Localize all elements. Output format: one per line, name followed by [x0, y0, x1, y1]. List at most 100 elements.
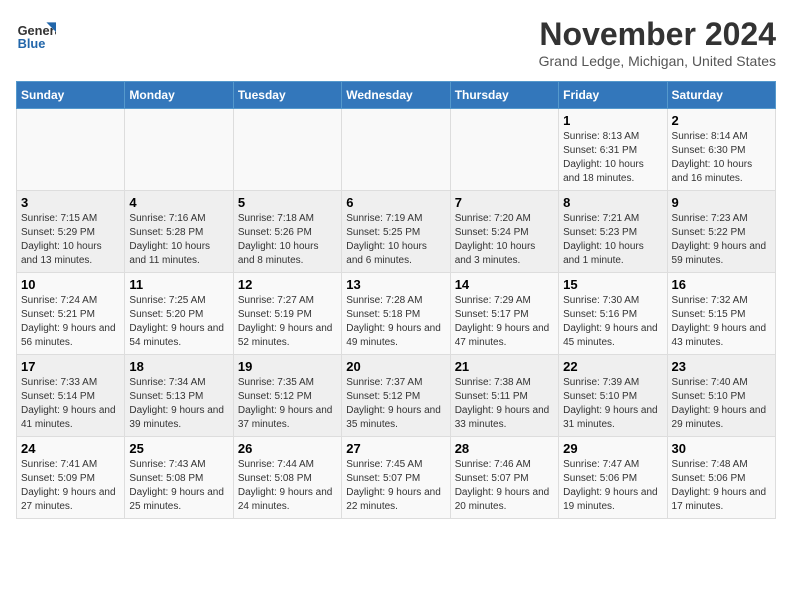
- day-number: 17: [21, 359, 120, 374]
- day-info: Sunrise: 7:15 AM Sunset: 5:29 PM Dayligh…: [21, 212, 120, 268]
- calendar-day-cell: [17, 109, 125, 191]
- calendar-day-cell: 28 Sunrise: 7:46 AM Sunset: 5:07 PM Dayli…: [450, 437, 558, 519]
- calendar-day-cell: 30 Sunrise: 7:48 AM Sunset: 5:06 PM Dayli…: [667, 437, 775, 519]
- logo-icon: General Blue: [16, 16, 56, 56]
- calendar-day-cell: 20 Sunrise: 7:37 AM Sunset: 5:12 PM Dayli…: [342, 355, 450, 437]
- day-number: 1: [563, 113, 662, 128]
- calendar-week-row: 1 Sunrise: 8:13 AM Sunset: 6:31 PM Daylig…: [17, 109, 776, 191]
- calendar-day-cell: 24 Sunrise: 7:41 AM Sunset: 5:09 PM Dayli…: [17, 437, 125, 519]
- calendar-day-cell: 21 Sunrise: 7:38 AM Sunset: 5:11 PM Dayli…: [450, 355, 558, 437]
- day-number: 24: [21, 441, 120, 456]
- calendar-day-cell: 14 Sunrise: 7:29 AM Sunset: 5:17 PM Dayli…: [450, 273, 558, 355]
- day-number: 27: [346, 441, 445, 456]
- calendar-day-cell: 9 Sunrise: 7:23 AM Sunset: 5:22 PM Daylig…: [667, 191, 775, 273]
- day-info: Sunrise: 7:41 AM Sunset: 5:09 PM Dayligh…: [21, 458, 120, 514]
- day-number: 25: [129, 441, 228, 456]
- day-number: 21: [455, 359, 554, 374]
- weekday-header-cell: Thursday: [450, 82, 558, 109]
- day-info: Sunrise: 8:13 AM Sunset: 6:31 PM Dayligh…: [563, 130, 662, 186]
- calendar-day-cell: 13Sunrise: 7:28 AM Sunset: 5:18 PM Dayli…: [342, 273, 450, 355]
- calendar-day-cell: 8 Sunrise: 7:21 AM Sunset: 5:23 PM Daylig…: [559, 191, 667, 273]
- day-info: Sunrise: 7:37 AM Sunset: 5:12 PM Dayligh…: [346, 376, 445, 432]
- calendar-day-cell: 7Sunrise: 7:20 AM Sunset: 5:24 PM Daylig…: [450, 191, 558, 273]
- day-number: 20: [346, 359, 445, 374]
- day-info: Sunrise: 7:33 AM Sunset: 5:14 PM Dayligh…: [21, 376, 120, 432]
- day-info: Sunrise: 7:34 AM Sunset: 5:13 PM Dayligh…: [129, 376, 228, 432]
- day-number: 14: [455, 277, 554, 292]
- calendar-day-cell: 12 Sunrise: 7:27 AM Sunset: 5:19 PM Dayli…: [233, 273, 341, 355]
- day-number: 23: [672, 359, 771, 374]
- day-info: Sunrise: 7:45 AM Sunset: 5:07 PM Dayligh…: [346, 458, 445, 514]
- day-info: Sunrise: 7:46 AM Sunset: 5:07 PM Dayligh…: [455, 458, 554, 514]
- calendar-table: SundayMondayTuesdayWednesdayThursdayFrid…: [16, 81, 776, 519]
- day-info: Sunrise: 7:40 AM Sunset: 5:10 PM Dayligh…: [672, 376, 771, 432]
- day-number: 8: [563, 195, 662, 210]
- calendar-day-cell: 25 Sunrise: 7:43 AM Sunset: 5:08 PM Dayli…: [125, 437, 233, 519]
- day-number: 6: [346, 195, 445, 210]
- day-number: 12: [238, 277, 337, 292]
- calendar-week-row: 17 Sunrise: 7:33 AM Sunset: 5:14 PM Dayli…: [17, 355, 776, 437]
- day-info: Sunrise: 7:27 AM Sunset: 5:19 PM Dayligh…: [238, 294, 337, 350]
- calendar-day-cell: 19Sunrise: 7:35 AM Sunset: 5:12 PM Dayli…: [233, 355, 341, 437]
- calendar-day-cell: 27 Sunrise: 7:45 AM Sunset: 5:07 PM Dayli…: [342, 437, 450, 519]
- calendar-week-row: 24 Sunrise: 7:41 AM Sunset: 5:09 PM Dayli…: [17, 437, 776, 519]
- day-info: Sunrise: 7:25 AM Sunset: 5:20 PM Dayligh…: [129, 294, 228, 350]
- weekday-header-cell: Friday: [559, 82, 667, 109]
- day-info: Sunrise: 7:21 AM Sunset: 5:23 PM Dayligh…: [563, 212, 662, 268]
- weekday-header-cell: Tuesday: [233, 82, 341, 109]
- calendar-day-cell: 16 Sunrise: 7:32 AM Sunset: 5:15 PM Dayli…: [667, 273, 775, 355]
- day-info: Sunrise: 7:39 AM Sunset: 5:10 PM Dayligh…: [563, 376, 662, 432]
- calendar-week-row: 3 Sunrise: 7:15 AM Sunset: 5:29 PM Daylig…: [17, 191, 776, 273]
- day-number: 10: [21, 277, 120, 292]
- day-info: Sunrise: 7:47 AM Sunset: 5:06 PM Dayligh…: [563, 458, 662, 514]
- weekday-header-row: SundayMondayTuesdayWednesdayThursdayFrid…: [17, 82, 776, 109]
- day-number: 29: [563, 441, 662, 456]
- page-header: General Blue November 2024 Grand Ledge, …: [16, 16, 776, 69]
- day-number: 16: [672, 277, 771, 292]
- day-number: 9: [672, 195, 771, 210]
- calendar-body: 1 Sunrise: 8:13 AM Sunset: 6:31 PM Daylig…: [17, 109, 776, 519]
- calendar-day-cell: 1 Sunrise: 8:13 AM Sunset: 6:31 PM Daylig…: [559, 109, 667, 191]
- calendar-day-cell: [125, 109, 233, 191]
- day-info: Sunrise: 7:44 AM Sunset: 5:08 PM Dayligh…: [238, 458, 337, 514]
- day-number: 4: [129, 195, 228, 210]
- day-number: 30: [672, 441, 771, 456]
- day-info: Sunrise: 7:29 AM Sunset: 5:17 PM Dayligh…: [455, 294, 554, 350]
- calendar-day-cell: 18 Sunrise: 7:34 AM Sunset: 5:13 PM Dayli…: [125, 355, 233, 437]
- day-number: 2: [672, 113, 771, 128]
- day-info: Sunrise: 7:35 AM Sunset: 5:12 PM Dayligh…: [238, 376, 337, 432]
- calendar-day-cell: [450, 109, 558, 191]
- location-subtitle: Grand Ledge, Michigan, United States: [539, 53, 776, 69]
- day-number: 5: [238, 195, 337, 210]
- title-block: November 2024 Grand Ledge, Michigan, Uni…: [539, 16, 776, 69]
- day-number: 3: [21, 195, 120, 210]
- calendar-day-cell: 5 Sunrise: 7:18 AM Sunset: 5:26 PM Daylig…: [233, 191, 341, 273]
- day-info: Sunrise: 7:24 AM Sunset: 5:21 PM Dayligh…: [21, 294, 120, 350]
- calendar-day-cell: 2 Sunrise: 8:14 AM Sunset: 6:30 PM Daylig…: [667, 109, 775, 191]
- day-info: Sunrise: 7:30 AM Sunset: 5:16 PM Dayligh…: [563, 294, 662, 350]
- day-number: 13: [346, 277, 445, 292]
- month-year-title: November 2024: [539, 16, 776, 53]
- day-info: Sunrise: 7:16 AM Sunset: 5:28 PM Dayligh…: [129, 212, 228, 268]
- day-info: Sunrise: 7:38 AM Sunset: 5:11 PM Dayligh…: [455, 376, 554, 432]
- calendar-day-cell: 6Sunrise: 7:19 AM Sunset: 5:25 PM Daylig…: [342, 191, 450, 273]
- day-number: 22: [563, 359, 662, 374]
- calendar-week-row: 10 Sunrise: 7:24 AM Sunset: 5:21 PM Dayli…: [17, 273, 776, 355]
- calendar-day-cell: 29 Sunrise: 7:47 AM Sunset: 5:06 PM Dayli…: [559, 437, 667, 519]
- calendar-day-cell: 26Sunrise: 7:44 AM Sunset: 5:08 PM Dayli…: [233, 437, 341, 519]
- calendar-day-cell: 3 Sunrise: 7:15 AM Sunset: 5:29 PM Daylig…: [17, 191, 125, 273]
- calendar-day-cell: 22 Sunrise: 7:39 AM Sunset: 5:10 PM Dayli…: [559, 355, 667, 437]
- day-number: 18: [129, 359, 228, 374]
- day-info: Sunrise: 7:32 AM Sunset: 5:15 PM Dayligh…: [672, 294, 771, 350]
- day-info: Sunrise: 8:14 AM Sunset: 6:30 PM Dayligh…: [672, 130, 771, 186]
- calendar-day-cell: 10 Sunrise: 7:24 AM Sunset: 5:21 PM Dayli…: [17, 273, 125, 355]
- day-info: Sunrise: 7:48 AM Sunset: 5:06 PM Dayligh…: [672, 458, 771, 514]
- day-info: Sunrise: 7:23 AM Sunset: 5:22 PM Dayligh…: [672, 212, 771, 268]
- calendar-day-cell: [233, 109, 341, 191]
- day-info: Sunrise: 7:18 AM Sunset: 5:26 PM Dayligh…: [238, 212, 337, 268]
- day-info: Sunrise: 7:43 AM Sunset: 5:08 PM Dayligh…: [129, 458, 228, 514]
- day-number: 28: [455, 441, 554, 456]
- calendar-day-cell: 4 Sunrise: 7:16 AM Sunset: 5:28 PM Daylig…: [125, 191, 233, 273]
- calendar-day-cell: 11Sunrise: 7:25 AM Sunset: 5:20 PM Dayli…: [125, 273, 233, 355]
- weekday-header-cell: Monday: [125, 82, 233, 109]
